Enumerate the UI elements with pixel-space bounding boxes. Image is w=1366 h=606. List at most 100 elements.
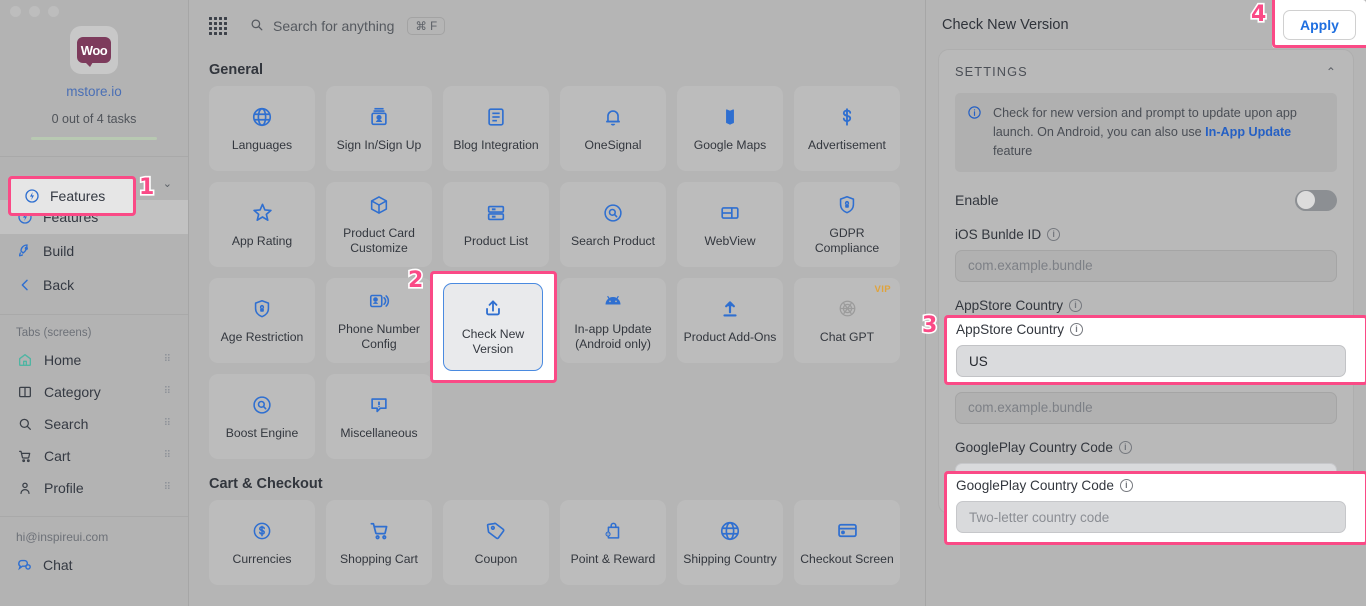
info-icon[interactable]: i [1069,299,1082,312]
info-icon[interactable]: i [1120,479,1133,492]
card-boost-engine[interactable]: Boost Engine [209,374,315,459]
card-search-product[interactable]: Search Product [560,182,666,267]
step-number-2: 2 [408,268,423,293]
window-traffic-lights[interactable] [10,6,59,17]
card-miscellaneous[interactable]: Miscellaneous [326,374,432,459]
card-label: Advertisement [808,138,886,153]
sidebar-tab-home[interactable]: Home ⠿ [0,344,188,376]
sidebar-tab-label: Category [44,384,101,400]
drag-handle-icon[interactable]: ⠿ [164,421,172,427]
card-shopping-cart[interactable]: Shopping Cart [326,500,432,585]
appstore-country-label: AppStore Country i [955,298,1337,313]
card-chat-gpt[interactable]: VIP Chat GPT [794,278,900,363]
field-label-text: AppStore Country [955,298,1063,313]
card-gdpr-compliance[interactable]: GDPR Compliance [794,182,900,267]
card-label: Product List [464,234,528,249]
card-point-reward[interactable]: Point & Reward [560,500,666,585]
sidebar-tab-profile[interactable]: Profile ⠿ [0,472,188,504]
googleplay-country-overlay: GooglePlay Country Code i Two-letter cou… [956,478,1346,533]
in-app-update-link[interactable]: In-App Update [1205,125,1291,139]
card-product-add-ons[interactable]: Product Add-Ons [677,278,783,363]
upload-bold-icon [719,297,741,321]
chevron-down-icon[interactable]: ⌄ [163,177,172,190]
card-label: Google Maps [694,138,767,153]
card-label: Boost Engine [226,426,299,441]
card-label: OneSignal [585,138,642,153]
drag-handle-icon[interactable]: ⠿ [164,453,172,459]
googleplay-country-code-label: GooglePlay Country Code i [955,440,1337,455]
settings-section-header[interactable]: SETTINGS ⌃ [955,64,1337,79]
list-rows-icon [485,201,507,225]
id-card-icon [368,105,390,129]
drag-handle-icon[interactable]: ⠿ [164,389,172,395]
card-label: Currencies [233,552,292,567]
contact-phone-icon [368,289,390,313]
account-email: hi@inspireui.com [0,517,188,550]
drag-handle-icon[interactable]: ⠿ [164,485,172,491]
sidebar-item-build[interactable]: Build [0,234,188,268]
card-label: Search Product [571,234,655,249]
card-onesignal[interactable]: OneSignal [560,86,666,171]
enable-row: Enable [955,190,1337,211]
search-circle-icon [251,393,273,417]
grid-dots-icon[interactable] [209,17,227,35]
openai-icon [836,297,859,321]
apply-button-overlay[interactable]: Apply [1283,10,1356,40]
card-label: Sign In/Sign Up [337,138,422,153]
card-product-list[interactable]: Product List [443,182,549,267]
zoom-icon[interactable] [48,6,59,17]
sidebar-tab-search[interactable]: Search ⠿ [0,408,188,440]
step-number-1: 1 [139,175,154,200]
info-icon[interactable]: i [1047,228,1060,241]
sidebar-tab-category[interactable]: Category ⠿ [0,376,188,408]
appstore-country-label: AppStore Country i [956,322,1346,337]
card-label: Age Restriction [221,330,304,345]
store-name[interactable]: mstore.io [0,84,188,99]
field-label-text: AppStore Country [956,322,1064,337]
card-coupon[interactable]: Coupon [443,500,549,585]
card-currencies[interactable]: Currencies [209,500,315,585]
sidebar-item-back[interactable]: Back [0,268,188,302]
card-webview[interactable]: WebView [677,182,783,267]
card-label: Product Card Customize [331,226,427,256]
info-icon[interactable]: i [1070,323,1083,336]
sidebar-item-label: Back [43,277,74,293]
card-label: GDPR Compliance [799,226,895,256]
sidebar-tab-cart[interactable]: Cart ⠿ [0,440,188,472]
card-product-card-customize[interactable]: Product Card Customize [326,182,432,267]
info-note: Check for new version and prompt to upda… [955,93,1337,172]
card-in-app-update[interactable]: In-app Update (Android only) [560,278,666,363]
chevron-up-icon[interactable]: ⌃ [1326,65,1337,79]
card-shipping-country[interactable]: Shipping Country [677,500,783,585]
article-icon [485,105,507,129]
card-app-rating[interactable]: App Rating [209,182,315,267]
sidebar-item-features-overlay[interactable]: Features [10,178,134,214]
appstore-country-input[interactable]: US [956,345,1346,377]
android-package-name-input[interactable]: com.example.bundle [955,392,1337,424]
card-label: Miscellaneous [340,426,417,441]
info-icon[interactable]: i [1119,441,1132,454]
googleplay-country-code-input[interactable]: Two-letter country code [956,501,1346,533]
upload-icon [482,297,504,319]
search-input[interactable]: Search for anything ⌘ F [249,17,445,35]
card-age-restriction[interactable]: Age Restriction [209,278,315,363]
card-languages[interactable]: Languages [209,86,315,171]
card-check-new-version-overlay[interactable]: Check New Version [443,283,543,371]
page-title: Check New Version [942,17,1069,33]
card-label: In-app Update (Android only) [565,322,661,352]
sidebar-item-chat[interactable]: Chat [0,550,188,580]
close-icon[interactable] [10,6,21,17]
sidebar-item-label: Build [43,243,74,259]
star-icon [251,201,274,225]
info-note-text-after: feature [993,144,1032,158]
card-label: Checkout Screen [800,552,894,567]
ios-bundle-id-input[interactable]: com.example.bundle [955,250,1337,282]
card-blog-integration[interactable]: Blog Integration [443,86,549,171]
card-advertisement[interactable]: Advertisement [794,86,900,171]
card-google-maps[interactable]: Google Maps [677,86,783,171]
enable-toggle[interactable] [1295,190,1337,211]
drag-handle-icon[interactable]: ⠿ [164,357,172,363]
card-checkout-screen[interactable]: Checkout Screen [794,500,900,585]
card-sign-in-sign-up[interactable]: Sign In/Sign Up [326,86,432,171]
minimize-icon[interactable] [29,6,40,17]
